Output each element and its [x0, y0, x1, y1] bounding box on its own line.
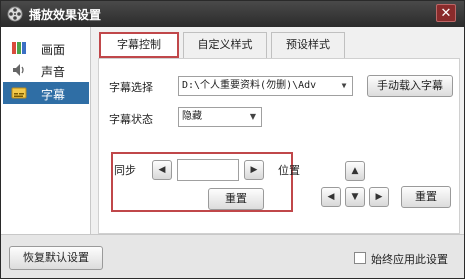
sidebar-item-picture[interactable]: 画面	[3, 37, 89, 59]
tab-label: 预设样式	[286, 38, 330, 51]
tab-subtitle-control[interactable]: 字幕控制	[99, 32, 179, 58]
sync-increase-button[interactable]: ▶	[244, 160, 264, 180]
always-apply-checkbox[interactable]	[354, 252, 366, 264]
arrow-right-icon: ▶	[375, 192, 383, 202]
subtitle-select-label: 字幕选择	[109, 81, 153, 94]
position-left-button[interactable]: ◀	[321, 187, 341, 207]
subtitle-status-value: 隐藏	[182, 111, 202, 122]
arrow-right-icon: ▶	[250, 165, 258, 175]
screen-icon	[12, 42, 26, 54]
window-title: 播放效果设置	[29, 8, 102, 22]
restore-defaults-button[interactable]: 恢复默认设置	[9, 246, 103, 270]
load-subtitle-button[interactable]: 手动载入字幕	[367, 75, 453, 97]
subtitle-file-select[interactable]: D:\个人重要资料(勿删)\Adv ▼	[178, 76, 353, 96]
sidebar-item-subtitle[interactable]: 字幕	[3, 82, 89, 104]
arrow-up-icon: ▲	[351, 166, 359, 176]
tab-custom-style[interactable]: 自定义样式	[183, 32, 267, 58]
settings-dialog: 播放效果设置 ✕ 画面 声音 字幕 字幕控制 自定义样式 预设样式 字幕选择 D…	[0, 0, 465, 279]
tab-label: 自定义样式	[197, 38, 253, 51]
title-bar[interactable]: 播放效果设置 ✕	[1, 1, 464, 27]
sync-reset-label: 重置	[225, 192, 247, 205]
category-sidebar: 画面 声音 字幕	[1, 27, 91, 234]
restore-defaults-label: 恢复默认设置	[23, 251, 89, 264]
sync-label: 同步	[114, 164, 136, 177]
tab-label: 字幕控制	[117, 38, 161, 51]
arrow-down-icon: ▼	[351, 192, 359, 202]
close-button[interactable]: ✕	[436, 4, 456, 22]
chevron-down-icon: ▼	[249, 112, 257, 121]
arrow-left-icon: ◀	[158, 165, 166, 175]
position-reset-label: 重置	[415, 190, 437, 203]
load-subtitle-label: 手动载入字幕	[377, 79, 443, 92]
film-reel-icon	[7, 6, 23, 22]
position-right-button[interactable]: ▶	[369, 187, 389, 207]
position-label: 位置	[278, 164, 300, 177]
subtitle-file-value: D:\个人重要资料(勿删)\Adv	[182, 80, 317, 91]
sync-offset-input[interactable]	[177, 159, 239, 181]
sync-reset-button[interactable]: 重置	[208, 188, 264, 210]
sidebar-item-label: 声音	[41, 65, 66, 79]
subtitle-icon	[11, 87, 27, 99]
speaker-icon	[13, 64, 24, 76]
position-up-button[interactable]: ▲	[345, 161, 365, 181]
chevron-down-icon: ▼	[341, 81, 347, 90]
always-apply-label: 始终应用此设置	[371, 253, 448, 266]
arrow-left-icon: ◀	[327, 192, 335, 202]
sidebar-item-sound[interactable]: 声音	[3, 59, 89, 81]
tab-preset-style[interactable]: 预设样式	[271, 32, 345, 58]
position-down-button[interactable]: ▼	[345, 187, 365, 207]
subtitle-status-select[interactable]: 隐藏 ▼	[178, 107, 262, 127]
sidebar-item-label: 画面	[41, 43, 66, 57]
close-icon: ✕	[440, 6, 452, 21]
sidebar-item-label: 字幕	[41, 88, 66, 102]
subtitle-status-label: 字幕状态	[109, 113, 153, 126]
sync-decrease-button[interactable]: ◀	[152, 160, 172, 180]
position-reset-button[interactable]: 重置	[401, 186, 451, 208]
